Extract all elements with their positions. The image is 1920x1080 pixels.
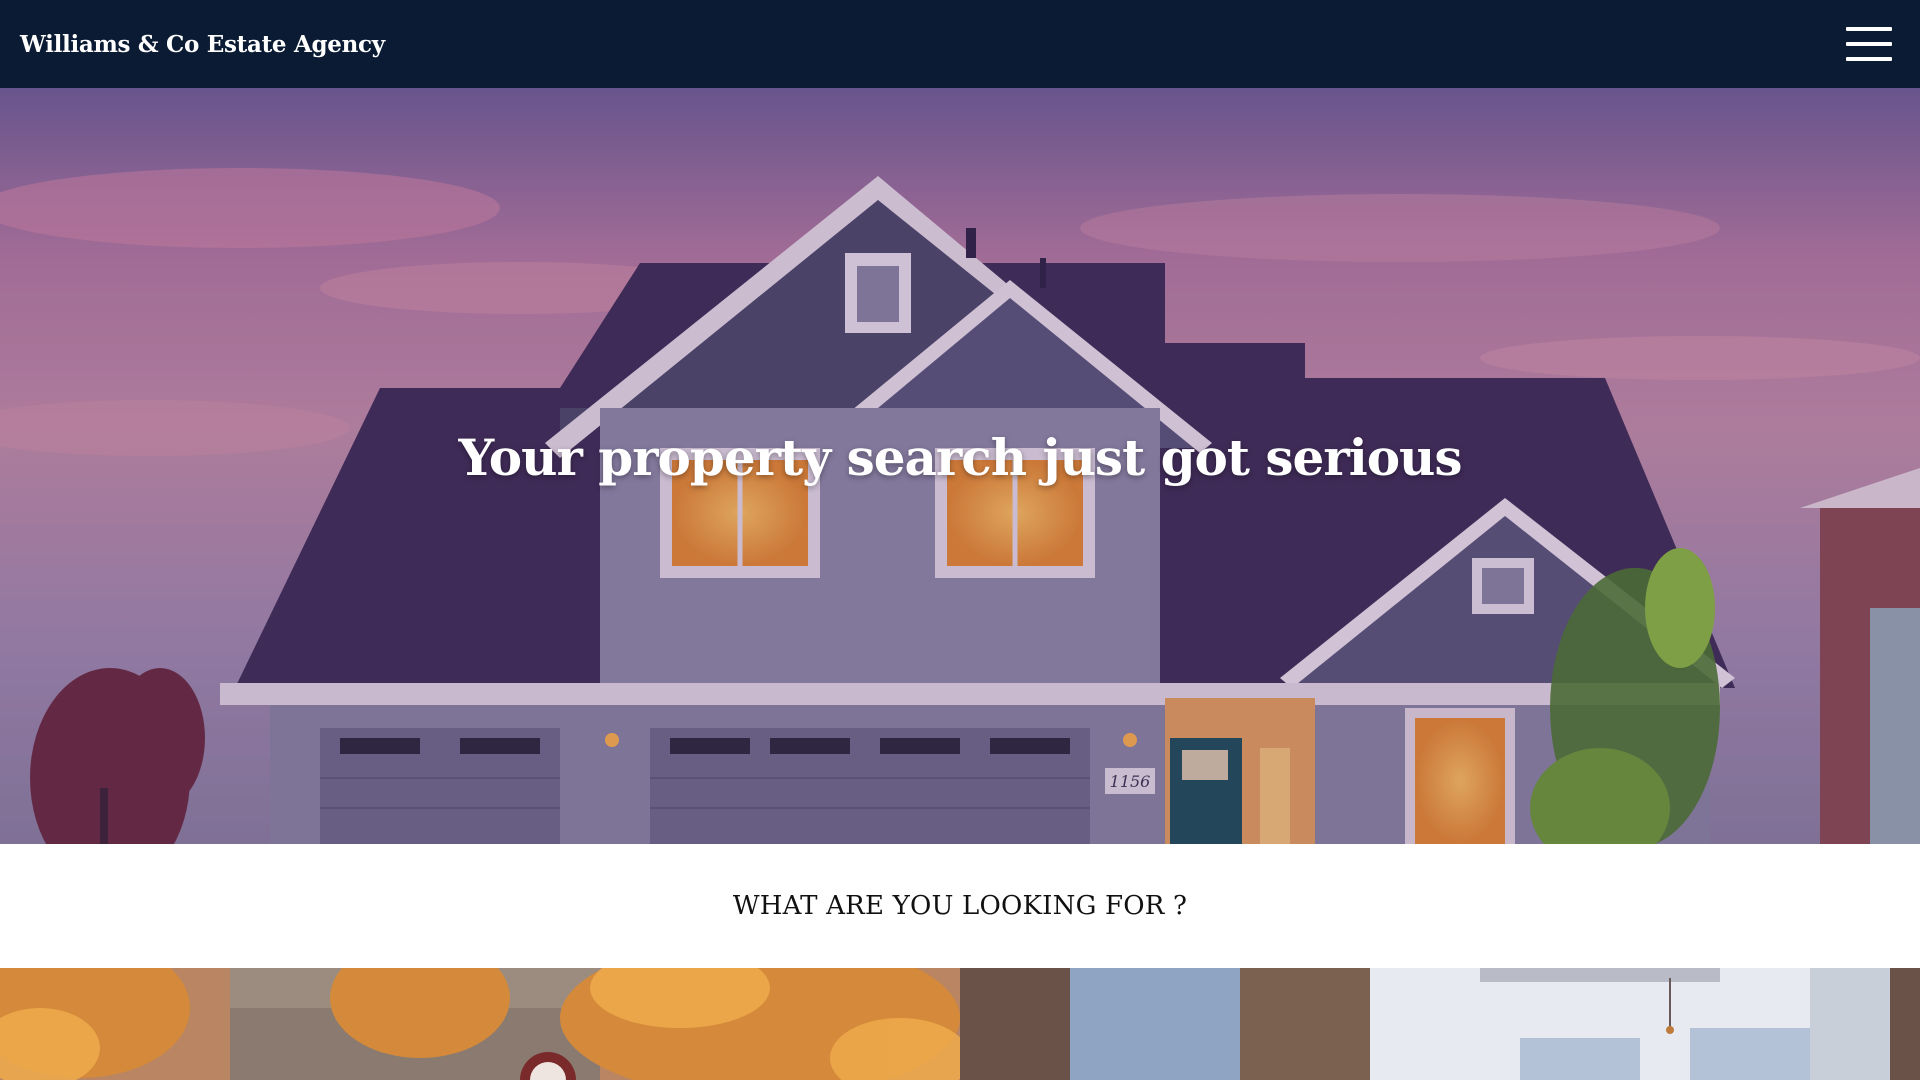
brand-logo-link[interactable]: Williams & Co Estate Agency <box>20 31 385 58</box>
hero-title: Your property search just got serious <box>458 428 1462 487</box>
category-tiles <box>0 968 1920 1080</box>
hamburger-bar <box>1846 27 1892 31</box>
houses-tile[interactable] <box>0 968 960 1080</box>
apartments-tile-image <box>960 968 1920 1080</box>
houses-tile-image <box>0 968 960 1080</box>
hamburger-menu-icon[interactable] <box>1846 27 1892 61</box>
hamburger-bar <box>1846 57 1892 61</box>
hero-banner: 1156 Your property search just got serio… <box>0 88 1920 844</box>
apartments-tile[interactable] <box>960 968 1920 1080</box>
looking-for-section: WHAT ARE YOU LOOKING FOR ? <box>0 844 1920 968</box>
navbar: Williams & Co Estate Agency <box>0 0 1920 88</box>
hamburger-bar <box>1846 42 1892 46</box>
looking-for-heading: WHAT ARE YOU LOOKING FOR ? <box>732 891 1188 921</box>
